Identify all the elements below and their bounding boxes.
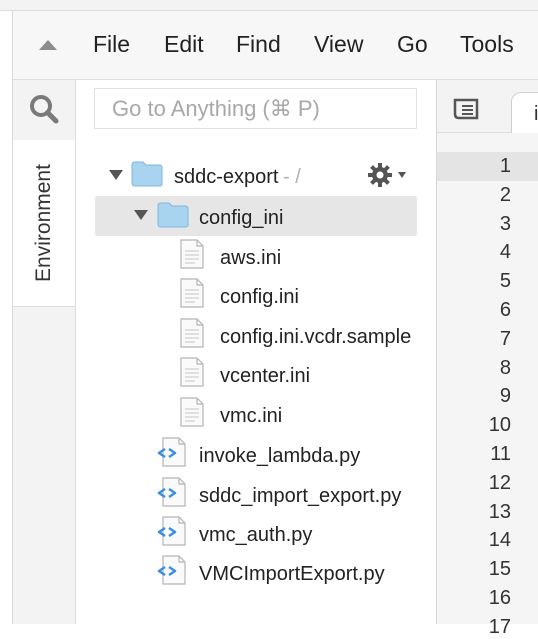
tree-file-config-vcdr-sample[interactable]: config.ini.vcdr.sample: [176, 316, 436, 354]
tree-file-label: aws.ini: [220, 247, 282, 269]
tree-file-label: config.ini: [220, 286, 299, 308]
line-number: 4: [499, 241, 511, 264]
tab-list-icon[interactable]: [453, 98, 479, 120]
tree-file-label: invoke_lambda.py: [199, 445, 361, 467]
editor-tab-bar: i: [437, 80, 538, 134]
line-number: 7: [499, 327, 511, 350]
line-number: 15: [488, 558, 511, 581]
file-icon: [180, 278, 204, 308]
menu-tools[interactable]: Tools: [460, 31, 514, 58]
tree-file-label: config.ini.vcdr.sample: [220, 326, 412, 348]
editor-gutter: 1 2 3 4 5 6 7 8 9 10 11 12 13 14 15 16 17: [437, 133, 538, 638]
folder-icon: [157, 202, 189, 228]
gear-icon[interactable]: [367, 162, 393, 188]
python-file-icon: [157, 516, 186, 546]
menu-file[interactable]: File: [93, 31, 130, 58]
line-number: 11: [490, 443, 511, 465]
environment-panel: sddc-export - / config_ini: [76, 80, 437, 624]
menu-go[interactable]: Go: [397, 31, 428, 58]
tree-folder-label: config_ini: [199, 207, 284, 229]
tab-environment-label: Environment: [32, 164, 55, 282]
folder-icon: [131, 161, 163, 187]
tree-file-sddc-import-export[interactable]: sddc_import_export.py: [154, 475, 436, 513]
line-number: 5: [499, 270, 511, 293]
tree-root-row[interactable]: sddc-export - /: [76, 156, 436, 194]
gear-dropdown-icon[interactable]: [398, 172, 406, 178]
line-number: 8: [499, 356, 511, 379]
tree-file-vmcimportexport[interactable]: VMCImportExport.py: [154, 553, 436, 591]
editor-tab[interactable]: i: [511, 92, 538, 134]
tree-file-label: vcenter.ini: [220, 365, 311, 387]
tab-environment[interactable]: Environment: [13, 140, 75, 307]
tree-file-label: sddc_import_export.py: [199, 485, 402, 507]
tree-file-vmc-auth[interactable]: vmc_auth.py: [154, 514, 436, 552]
line-number: 3: [499, 212, 511, 235]
search-icon[interactable]: [29, 94, 59, 124]
line-number: 2: [499, 183, 511, 206]
line-number: 10: [488, 414, 511, 437]
line-number: 17: [488, 615, 511, 638]
go-to-anything-input[interactable]: [95, 89, 416, 128]
line-number: 16: [488, 587, 511, 609]
editor-tab-label: i: [534, 103, 538, 125]
menu-bar: File Edit Find View Go Tools: [13, 11, 538, 80]
line-number: 14: [488, 529, 511, 552]
file-icon: [180, 318, 204, 348]
python-file-icon: [157, 555, 186, 585]
line-number: 9: [499, 385, 511, 408]
tree-root-path: - /: [283, 166, 301, 188]
tree-root-label: sddc-export: [174, 166, 279, 188]
tree-file-label: vmc.ini: [220, 405, 283, 427]
line-number: 13: [488, 500, 511, 523]
expand-caret-icon[interactable]: [109, 170, 123, 180]
active-line-highlight: [437, 152, 538, 181]
file-icon: [180, 239, 204, 269]
go-to-anything-box: [94, 88, 417, 129]
tree-folder-row[interactable]: config_ini: [95, 196, 417, 236]
menu-find[interactable]: Find: [236, 31, 281, 58]
side-panel-tabs: Environment: [13, 80, 76, 624]
tree-file-label: vmc_auth.py: [199, 524, 313, 546]
line-number: 12: [488, 471, 511, 494]
file-icon: [180, 357, 204, 387]
line-number: 6: [499, 299, 511, 321]
file-icon: [180, 397, 204, 427]
menu-view[interactable]: View: [314, 31, 363, 58]
tree-file-invoke-lambda[interactable]: invoke_lambda.py: [154, 435, 436, 473]
tree-file-vmc-ini[interactable]: vmc.ini: [176, 395, 436, 433]
tree-file-aws-ini[interactable]: aws.ini: [176, 237, 436, 275]
line-number: 1: [499, 155, 511, 177]
python-file-icon: [157, 437, 186, 467]
collapse-menu-icon[interactable]: [39, 40, 57, 50]
python-file-icon: [157, 477, 186, 507]
tree-file-label: VMCImportExport.py: [199, 563, 385, 585]
expand-caret-icon[interactable]: [134, 210, 148, 220]
window-top-strip: [0, 0, 538, 11]
tree-file-config-ini[interactable]: config.ini: [176, 276, 436, 314]
menu-edit[interactable]: Edit: [164, 31, 204, 58]
tree-file-vcenter-ini[interactable]: vcenter.ini: [176, 355, 436, 393]
